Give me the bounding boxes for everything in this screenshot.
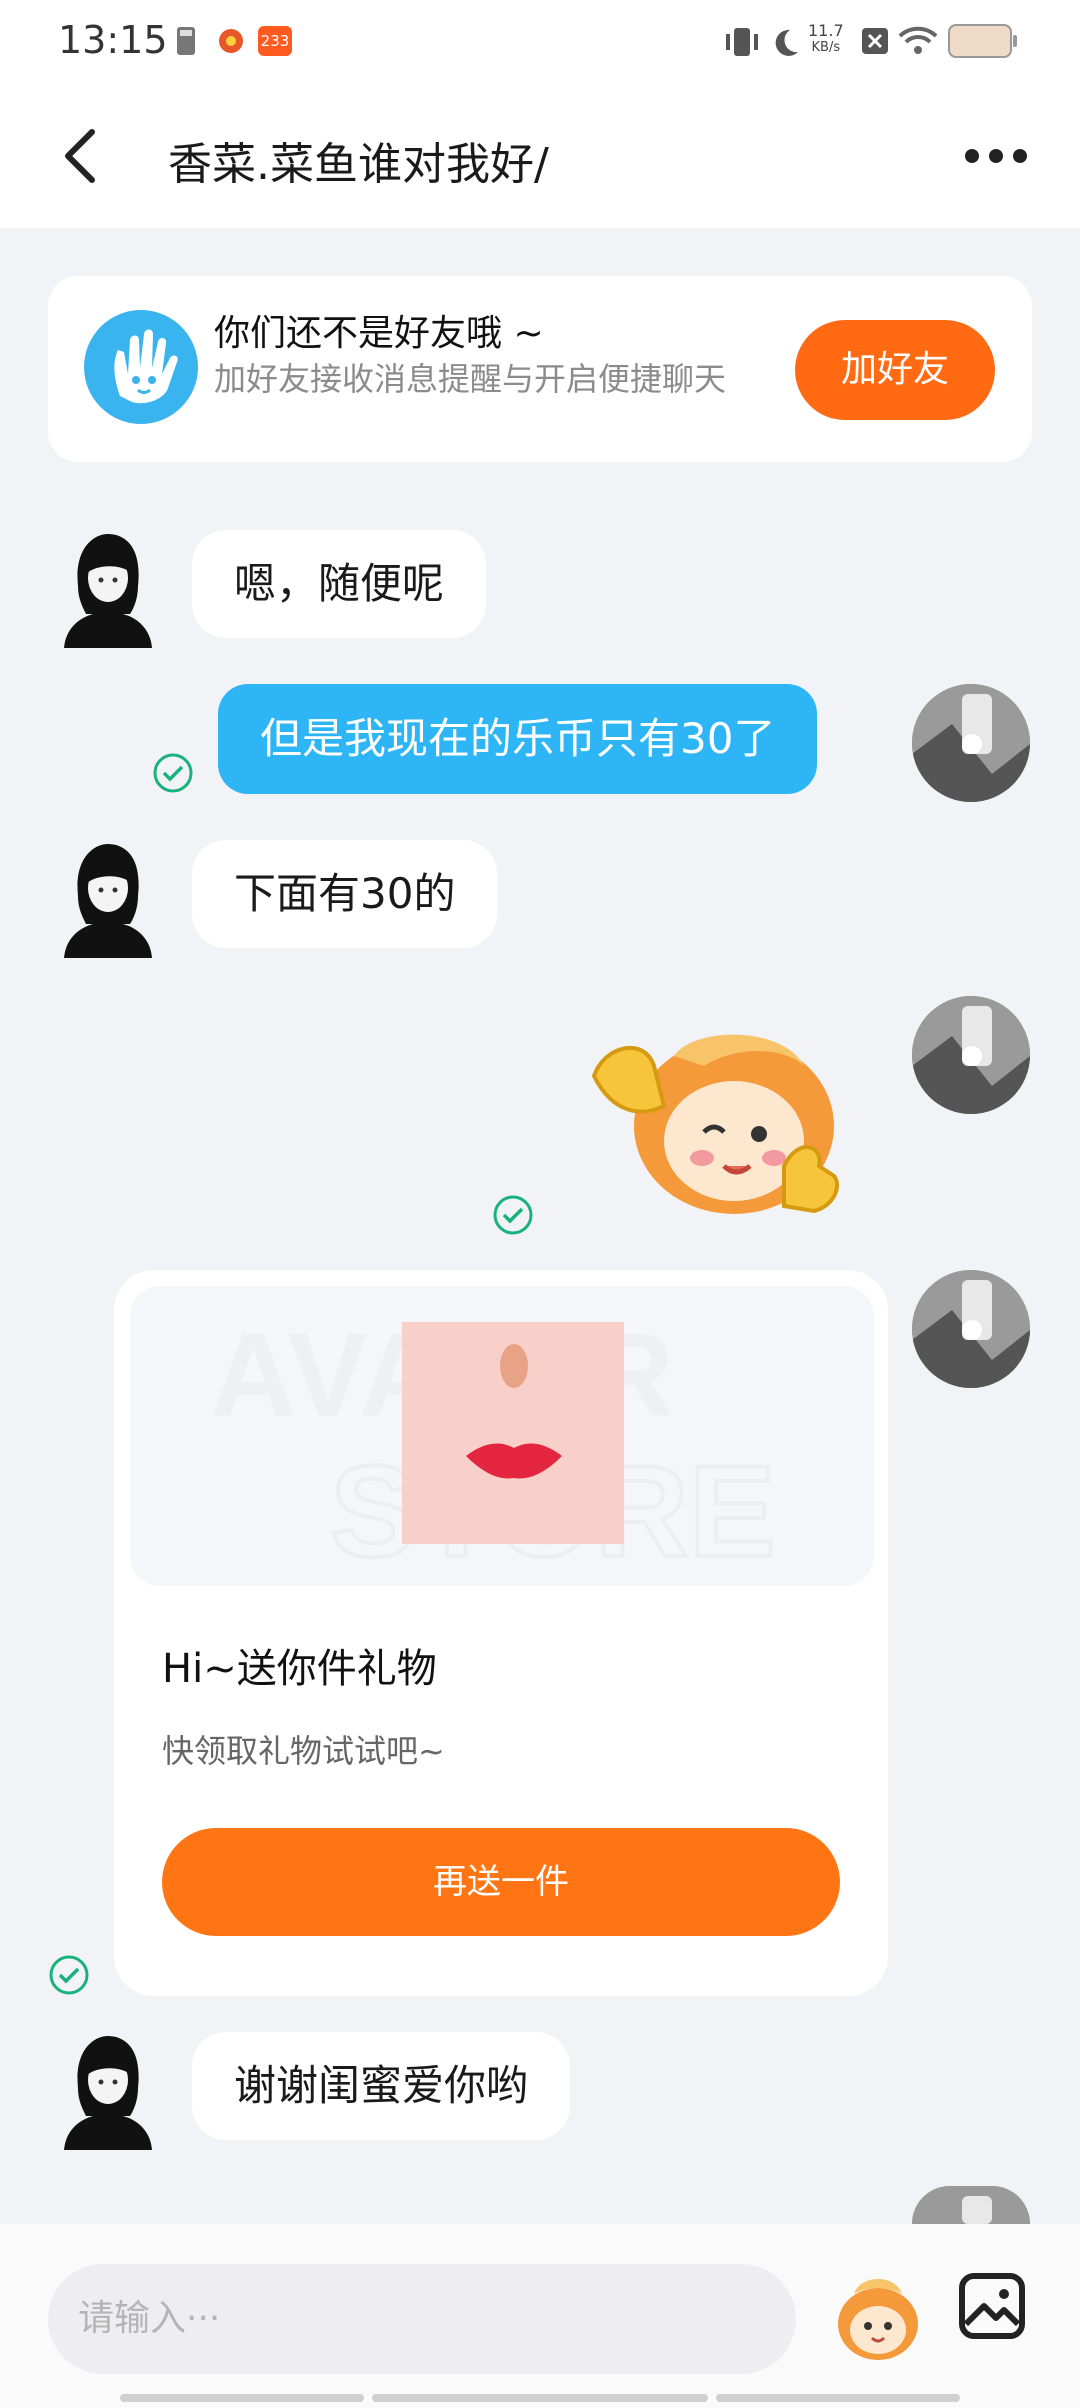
read-check-icon bbox=[153, 753, 193, 793]
vibrate-icon bbox=[726, 28, 758, 56]
gift-preview-image: AVATAR STORE bbox=[130, 1286, 874, 1586]
received-message[interactable]: 嗯，随便呢 bbox=[192, 530, 487, 638]
contact-avatar[interactable] bbox=[60, 2030, 156, 2150]
send-another-gift-button[interactable]: 再送一件 bbox=[162, 1828, 840, 1936]
status-time: 13:15 bbox=[58, 18, 168, 62]
received-message[interactable]: 下面有30的 bbox=[192, 840, 498, 948]
banner-title: 你们还不是好友哦 ~ bbox=[214, 313, 544, 354]
notification-badge: 233 bbox=[258, 26, 292, 56]
gift-title: Hi~送你件礼物 bbox=[162, 1646, 437, 1692]
contact-avatar[interactable] bbox=[60, 838, 156, 958]
my-avatar[interactable] bbox=[912, 996, 1030, 1114]
not-friends-banner: 你们还不是好友哦 ~ 加好友接收消息提醒与开启便捷聊天 加好友 bbox=[48, 276, 1032, 462]
nav-gesture-bar bbox=[120, 2394, 364, 2402]
read-check-icon bbox=[493, 1195, 533, 1235]
add-friend-button[interactable]: 加好友 bbox=[795, 320, 995, 420]
image-picker-icon[interactable] bbox=[958, 2272, 1026, 2340]
sticker-mascot-icon[interactable] bbox=[830, 2264, 926, 2374]
sim-card-icon bbox=[177, 27, 195, 55]
gift-subtitle: 快领取礼物试试吧~ bbox=[162, 1732, 445, 1770]
app-notification-icon bbox=[219, 29, 243, 53]
do-not-disturb-moon-icon bbox=[775, 29, 798, 56]
battery-icon bbox=[948, 24, 1017, 58]
contact-avatar[interactable] bbox=[60, 528, 156, 648]
status-bar: 13:15 233 11.7 KB/s bbox=[0, 0, 1080, 84]
sent-message[interactable]: 但是我现在的乐币只有30了 bbox=[218, 684, 818, 794]
nav-gesture-bar bbox=[372, 2394, 708, 2402]
banner-subtitle: 加好友接收消息提醒与开启便捷聊天 bbox=[214, 360, 727, 398]
network-speed: 11.7 KB/s bbox=[808, 21, 844, 55]
received-message[interactable]: 谢谢闺蜜爱你哟 bbox=[192, 2032, 571, 2140]
more-options-icon[interactable] bbox=[964, 144, 1028, 168]
wifi-icon bbox=[898, 26, 938, 54]
mascot-sticker-image[interactable] bbox=[584, 1016, 854, 1226]
my-avatar[interactable] bbox=[912, 2186, 1030, 2224]
back-arrow-icon[interactable] bbox=[56, 126, 104, 186]
chat-header: 香菜.菜鱼谁对我好/ bbox=[0, 84, 1080, 228]
message-input[interactable]: 请输入··· bbox=[48, 2264, 796, 2374]
wave-hand-icon bbox=[84, 310, 198, 424]
read-check-icon bbox=[49, 1955, 89, 1995]
chat-title: 香菜.菜鱼谁对我好/ bbox=[168, 139, 549, 190]
my-avatar[interactable] bbox=[912, 1270, 1030, 1388]
gift-card[interactable]: AVATAR STORE Hi~送你件礼物 快领取礼物试试吧~ 再送一件 bbox=[114, 1270, 888, 1996]
nav-gesture-bar bbox=[716, 2394, 960, 2402]
message-input-bar: 请输入··· bbox=[0, 2224, 1080, 2408]
sim-x-icon bbox=[862, 28, 888, 54]
my-avatar[interactable] bbox=[912, 684, 1030, 802]
